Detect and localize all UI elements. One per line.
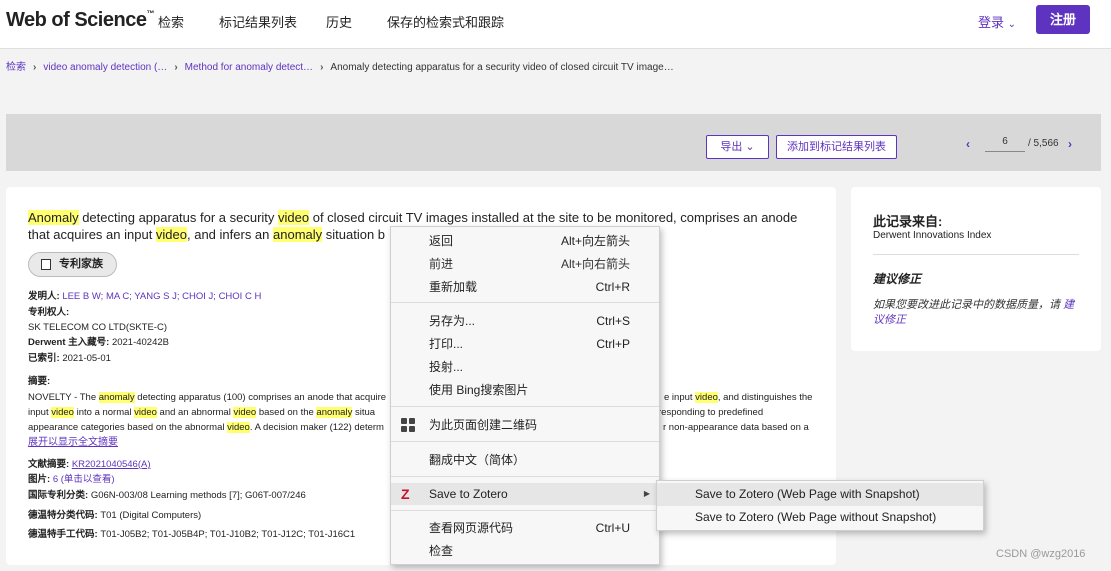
menu-view-source[interactable]: 查看网页源代码 Ctrl+U (391, 517, 659, 539)
menu-print[interactable]: 打印... Ctrl+P (391, 333, 659, 355)
text-segment: into a normal (73, 407, 135, 418)
assignee-value: SK TELECOM CO LTD(SKTE-C) (28, 322, 167, 333)
chevron-down-icon: ⌄ (1007, 19, 1017, 30)
nav-history[interactable]: 历史 (326, 12, 352, 31)
text-segment: and an abnormal (156, 407, 234, 418)
indexed-date-field: 已索引: 2021-05-01 (28, 353, 111, 364)
menu-reload[interactable]: 重新加载 Ctrl+R (391, 276, 659, 298)
nav-search[interactable]: 检索 (158, 12, 184, 31)
highlighted-term: video (51, 407, 74, 418)
text-segment: situation b (322, 227, 386, 242)
images-field: 图片: 6 (单击以查看) (28, 474, 115, 485)
breadcrumb-parent-record[interactable]: Method for anomaly detect… (185, 62, 313, 73)
save-without-snapshot[interactable]: Save to Zotero (Web Page without Snapsho… (657, 506, 983, 529)
nav-marked-list[interactable]: 标记结果列表 (219, 12, 297, 31)
breadcrumb-separator-icon: › (33, 62, 37, 73)
menu-translate[interactable]: 翻成中文（简体） (391, 449, 659, 471)
register-button[interactable]: 注册 (1036, 5, 1090, 34)
highlighted-term: Anomaly (28, 210, 79, 225)
login-button[interactable]: 登录 ⌄ (978, 12, 1016, 31)
menu-bing-image-search[interactable]: 使用 Bing搜索图片 (391, 379, 659, 401)
submenu-arrow-icon: ▶ (643, 489, 650, 498)
abstract-label: 摘要: (28, 376, 51, 387)
expand-abstract-link[interactable]: 展开以显示全文摘要 (28, 433, 118, 448)
next-record-icon[interactable]: › (1068, 137, 1072, 151)
menu-save-as[interactable]: 另存为... Ctrl+S (391, 310, 659, 332)
nav-saved-searches[interactable]: 保存的检索式和跟踪 (387, 12, 504, 31)
text-segment: based on the (256, 407, 317, 418)
derwent-class-field: 德温特分类代码: T01 (Digital Computers) (28, 510, 202, 521)
divider (873, 254, 1079, 255)
highlighted-term: anomaly (273, 227, 323, 242)
qr-code-icon (401, 418, 415, 432)
zotero-icon: Z (401, 486, 410, 502)
menu-create-qr-code[interactable]: 为此页面创建二维码 (391, 414, 659, 436)
menu-forward[interactable]: 前进 Alt+向右箭头 (391, 253, 659, 275)
ipc-field: 国际专利分类: G06N-003/08 Learning methods [7]… (28, 490, 306, 501)
highlighted-term: anomaly (98, 392, 135, 403)
browser-context-menu: 返回 Alt+向左箭头 前进 Alt+向右箭头 重新加载 Ctrl+R 另存为... C… (390, 226, 660, 565)
menu-cast[interactable]: 投射... (391, 356, 659, 378)
record-source-panel: 此记录来自: Derwent Innovations Index 建议修正 如果… (851, 187, 1101, 351)
highlighted-term: video (134, 407, 157, 418)
breadcrumb: 检索 › video anomaly detection (… › Method for… (6, 58, 674, 73)
text-segment: . A decision maker (122) determ (249, 422, 384, 433)
derwent-manual-codes-field: 德温特手工代码: T01-J05B2; T01-J05B4P; T01-J10B… (28, 529, 356, 540)
text-segment: detecting apparatus for a security (78, 210, 279, 225)
highlighted-term: video (155, 227, 187, 242)
highlighted-term: video (227, 422, 250, 433)
source-database: Derwent Innovations Index (873, 230, 992, 241)
highlighted-term: video (278, 210, 310, 225)
watermark: CSDN @wzg2016 (996, 548, 1086, 560)
menu-separator (391, 441, 659, 442)
text-segment: situa (352, 407, 376, 418)
text-segment: NOVELTY - The (28, 392, 99, 403)
source-heading: 此记录来自: (873, 214, 943, 229)
text-segment: input (28, 407, 52, 418)
text-segment: detecting apparatus (100) comprises an a… (134, 392, 387, 403)
menu-separator (391, 476, 659, 477)
save-with-snapshot[interactable]: Save to Zotero (Web Page with Snapshot) (657, 483, 983, 506)
images-link[interactable]: 6 (单击以查看) (53, 474, 115, 485)
doc-abstract-link[interactable]: KR2021040546(A) (72, 459, 151, 470)
highlighted-term: video (695, 392, 718, 403)
chevron-down-icon: ⌄ (745, 141, 755, 153)
inventors-links[interactable]: LEE B W; MA C; YANG S J; CHOI J; CHOI C … (62, 291, 261, 302)
patent-family-button[interactable]: 专利家族 (28, 252, 117, 277)
inventors-field: 发明人: LEE B W; MA C; YANG S J; CHOI J; CH… (28, 291, 262, 302)
doc-abstract-field: 文献摘要: KR2021040546(A) (28, 459, 151, 470)
text-segment: appearance categories based on the abnor… (28, 422, 228, 433)
breadcrumb-query[interactable]: video anomaly detection (… (43, 62, 167, 73)
menu-separator (391, 302, 659, 303)
assignee-label: 专利权人: (28, 307, 70, 318)
prev-record-icon[interactable]: ‹ (966, 137, 970, 151)
web-of-science-logo[interactable]: Web of Science™ (6, 9, 154, 32)
highlighted-term: video (233, 407, 257, 418)
highlighted-term: anomaly (316, 407, 353, 418)
menu-back[interactable]: 返回 Alt+向左箭头 (391, 230, 659, 252)
menu-save-to-zotero[interactable]: Z Save to Zotero ▶ (391, 483, 659, 505)
record-toolbar: 导出 ⌄ 添加到标记结果列表 ‹ 6 / 5,566 › (6, 114, 1101, 171)
add-to-marked-list-button[interactable]: 添加到标记结果列表 (776, 135, 897, 159)
zotero-submenu: Save to Zotero (Web Page with Snapshot) … (656, 480, 984, 531)
top-header: Web of Science™ 检索 标记结果列表 历史 保存的检索式和跟踪 登… (0, 0, 1111, 49)
text-segment: , and distinguishes the (717, 392, 813, 403)
breadcrumb-separator-icon: › (174, 62, 178, 73)
suggest-correction-text: 如果您要改进此记录中的数据质量，请 建议修正 (873, 299, 1075, 326)
page-number-input[interactable]: 6 (985, 132, 1025, 152)
breadcrumb-separator-icon: › (320, 62, 324, 73)
export-button[interactable]: 导出 ⌄ (706, 135, 769, 159)
breadcrumb-search[interactable]: 检索 (6, 62, 26, 73)
menu-separator (391, 510, 659, 511)
text-segment: e input (664, 392, 696, 403)
menu-inspect[interactable]: 检查 (391, 540, 659, 562)
menu-separator (391, 406, 659, 407)
suggest-correction-heading: 建议修正 (873, 272, 922, 286)
page-total: / 5,566 (1028, 138, 1059, 149)
breadcrumb-current: Anomaly detecting apparatus for a securi… (330, 62, 674, 73)
text-segment: , and infers an (187, 227, 273, 242)
derwent-number-field: Derwent 主入藏号: 2021-40242B (28, 337, 169, 348)
copy-icon (41, 259, 51, 270)
